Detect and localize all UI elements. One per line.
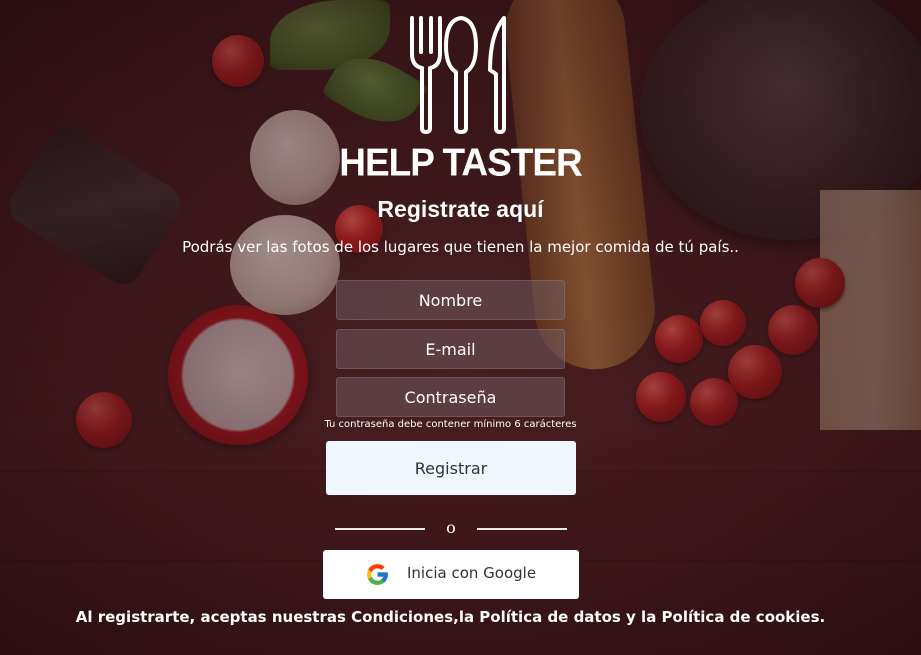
google-signin-button[interactable]: Inicia con Google: [323, 550, 579, 599]
email-field[interactable]: [336, 329, 565, 369]
divider-or-text: o: [446, 518, 456, 537]
google-icon: [367, 564, 388, 585]
logo: [0, 14, 921, 134]
page-title: Registrate aquí: [377, 196, 544, 222]
name-input[interactable]: [337, 281, 564, 319]
name-field[interactable]: [336, 280, 565, 320]
password-hint: Tu contraseña debe contener mínimo 6 car…: [324, 419, 577, 430]
google-signin-label: Inicia con Google: [407, 564, 537, 582]
email-input[interactable]: [337, 330, 564, 368]
password-field[interactable]: [336, 377, 565, 417]
password-input[interactable]: [337, 378, 564, 416]
brand-name: HELP TASTER: [339, 140, 583, 184]
divider-line-left: [335, 528, 425, 530]
fork-spoon-knife-icon: [409, 16, 506, 134]
register-button[interactable]: Registrar: [326, 441, 576, 495]
page-subtitle: Podrás ver las fotos de los lugares que …: [182, 238, 739, 256]
terms-text: Al registrarte, aceptas nuestras Condici…: [75, 608, 826, 626]
divider-line-right: [477, 528, 567, 530]
